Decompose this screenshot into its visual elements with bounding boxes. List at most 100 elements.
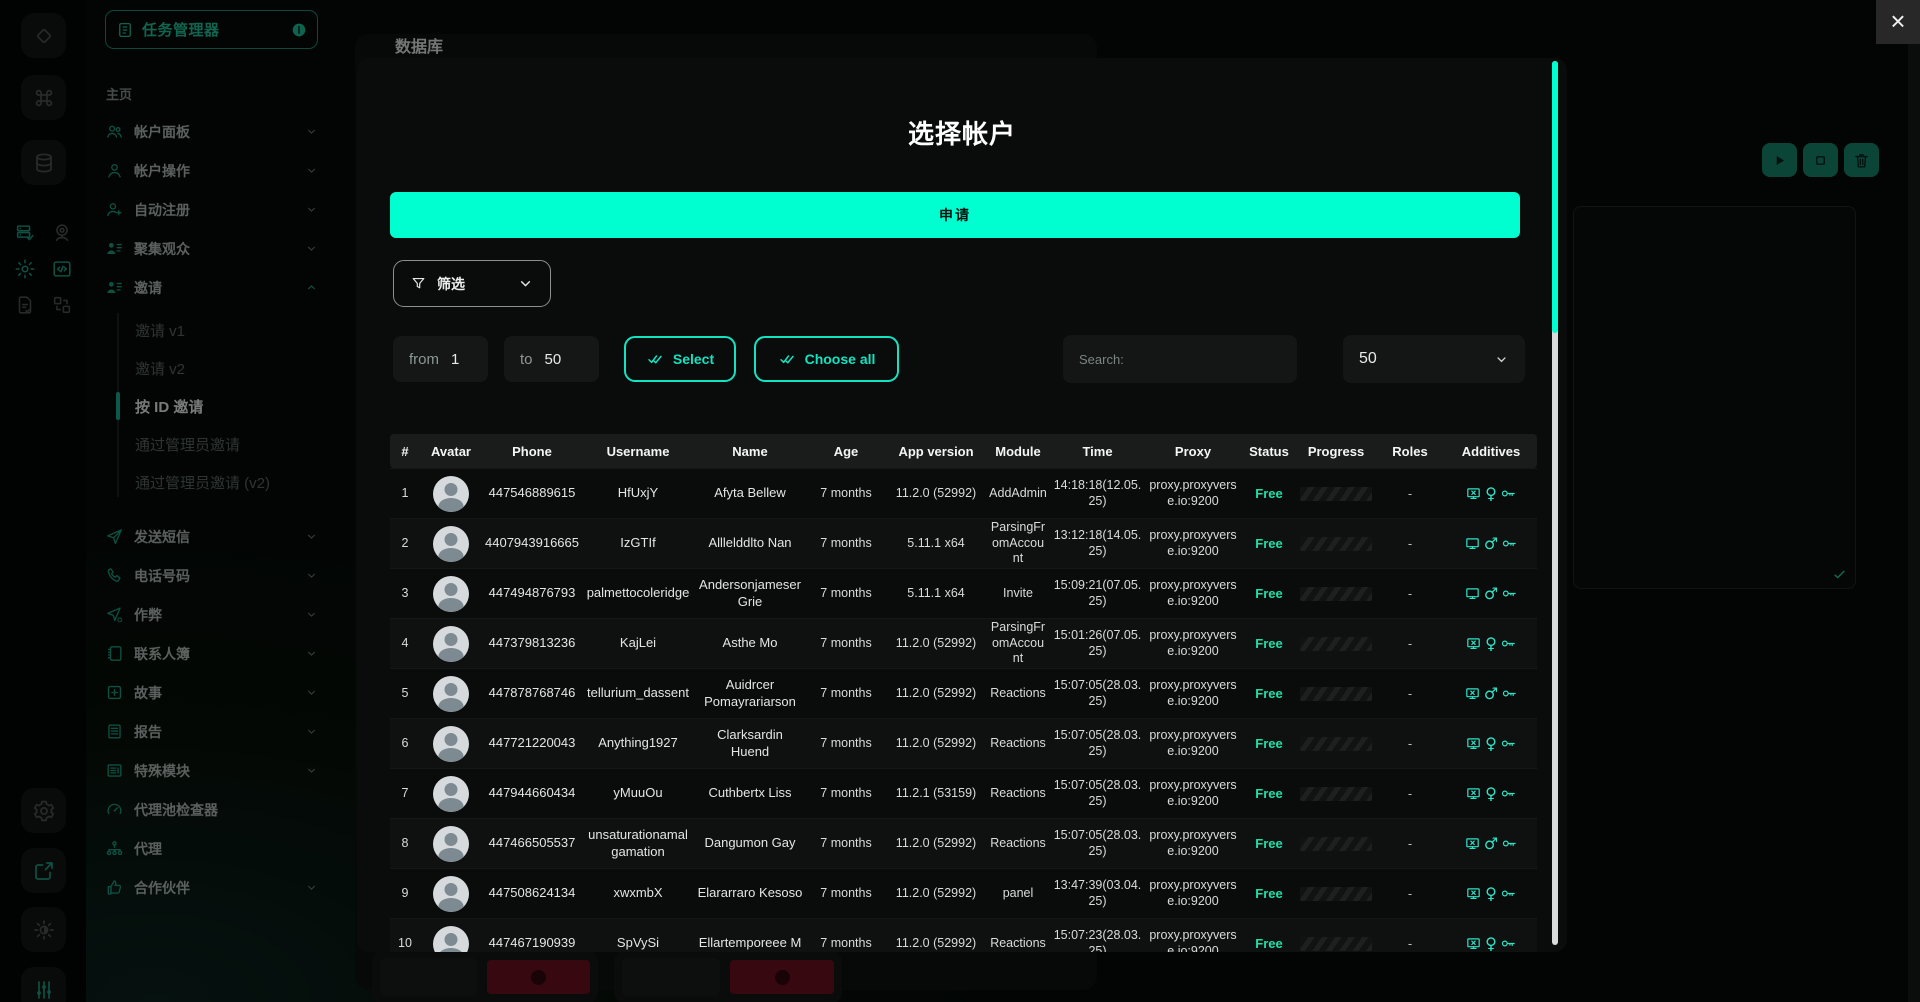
to-value: 50 bbox=[544, 350, 562, 368]
progress-bar bbox=[1297, 836, 1375, 851]
table-row[interactable]: 10 447467190939 SpVySi Ellartemporeee M 7 mo… bbox=[390, 918, 1537, 952]
progress-stripes bbox=[1300, 686, 1372, 701]
additives-cell: ♀ bbox=[1445, 735, 1537, 752]
progress-stripes bbox=[1300, 836, 1372, 851]
phone-cell: 4407943916665 bbox=[485, 535, 579, 551]
progress-bar bbox=[1297, 936, 1375, 951]
app-version-cell: 11.2.1 (53159) bbox=[895, 785, 977, 800]
additives-cell: ♂ bbox=[1445, 685, 1537, 702]
row-number: 6 bbox=[401, 735, 409, 750]
choose-all-button[interactable]: Choose all bbox=[754, 336, 899, 382]
table-row[interactable]: 9 447508624134 xwxmbX Elararraro Kesoso 7 mo… bbox=[390, 868, 1537, 918]
app-version-cell: 11.2.0 (52992) bbox=[895, 885, 977, 900]
status-badge: Free bbox=[1255, 686, 1283, 701]
table-row[interactable]: 1 447546889615 HfUxjY Afyta Bellew 7 months 1… bbox=[390, 468, 1537, 518]
modal-title: 选择帐户 bbox=[907, 119, 1016, 149]
double-check-icon bbox=[779, 355, 794, 364]
module-cell: Reactions bbox=[990, 685, 1046, 700]
avatar bbox=[433, 475, 469, 512]
progress-stripes bbox=[1300, 586, 1372, 601]
name-cell: Cuthbertx Liss bbox=[708, 785, 792, 801]
name-cell: Alllelddlto Nan bbox=[708, 535, 792, 551]
avatar bbox=[433, 925, 469, 952]
avatar bbox=[433, 675, 469, 712]
status-badge: Free bbox=[1255, 586, 1283, 601]
table-row[interactable]: 5 447878768746 tellurium_dassent Auidrcer P… bbox=[390, 668, 1537, 718]
monitor-icon bbox=[1464, 535, 1481, 552]
from-input[interactable]: from 1 bbox=[393, 336, 488, 382]
table-row[interactable]: 8 447466505537 unsaturationamalgamation Dan… bbox=[390, 818, 1537, 868]
row-number: 7 bbox=[401, 785, 409, 800]
column-header: Time bbox=[1082, 443, 1113, 459]
roles-cell: - bbox=[1407, 486, 1413, 501]
table-row[interactable]: 2 4407943916665 IzGTIf Alllelddlto Nan 7 mon… bbox=[390, 518, 1537, 568]
select-account-modal: 选择帐户 申请 筛选 from 1 to 50 Select Choose al… bbox=[357, 58, 1567, 952]
column-header: Name bbox=[732, 443, 768, 459]
username-cell: Anything1927 bbox=[598, 735, 678, 751]
name-cell: Auidrcer Pomayrariarson bbox=[704, 677, 796, 709]
progress-stripes bbox=[1300, 936, 1372, 951]
module-cell: ParsingFromAccount bbox=[990, 620, 1046, 666]
status-badge: Free bbox=[1255, 536, 1283, 551]
column-header: Avatar bbox=[431, 443, 471, 459]
phone-cell: 447466505537 bbox=[488, 835, 576, 851]
app-screen: 任务管理器 主页 帐户面板帐户操作自动注册聚集观众邀请邀请 v1邀请 v2按 I… bbox=[0, 0, 1920, 1002]
filter-dropdown[interactable]: 筛选 bbox=[393, 260, 551, 307]
roles-cell: - bbox=[1407, 636, 1413, 651]
key-icon bbox=[1501, 685, 1518, 702]
row-number: 3 bbox=[401, 585, 409, 600]
table-row[interactable]: 7 447944660434 yMuuOu Cuthbertx Liss 7 month… bbox=[390, 768, 1537, 818]
table-row[interactable]: 4 447379813236 KajLei Asthe Mo 7 months 11.2.… bbox=[390, 618, 1537, 668]
app-version-cell: 11.2.0 (52992) bbox=[895, 485, 977, 500]
time-cell: 15:07:05(28.03.25) bbox=[1053, 677, 1142, 708]
row-number: 5 bbox=[401, 685, 409, 700]
select-button-label: Select bbox=[672, 351, 715, 367]
row-number: 2 bbox=[401, 535, 409, 550]
proxy-cell: proxy.proxyverse.io:9200 bbox=[1149, 527, 1237, 558]
progress-stripes bbox=[1300, 536, 1372, 551]
table-row[interactable]: 6 447721220043 Anything1927 Clarksardin Hue… bbox=[390, 718, 1537, 768]
filter-label: 筛选 bbox=[437, 275, 465, 292]
app-version-cell: 11.2.0 (52992) bbox=[895, 735, 977, 750]
column-header: Proxy bbox=[1174, 443, 1212, 459]
status-badge: Free bbox=[1255, 886, 1283, 901]
proxy-cell: proxy.proxyverse.io:9200 bbox=[1149, 777, 1237, 808]
monitor-x-icon bbox=[1465, 935, 1482, 952]
to-input[interactable]: to 50 bbox=[504, 336, 599, 382]
name-cell: Andersonjameser Grie bbox=[699, 577, 801, 609]
female-icon: ♀ bbox=[1485, 733, 1497, 753]
apply-button[interactable]: 申请 bbox=[390, 192, 1520, 238]
progress-bar bbox=[1297, 686, 1375, 701]
table-row[interactable]: 3 447494876793 palmettocoleridge Andersonja… bbox=[390, 568, 1537, 618]
accounts-table: # Avatar Phone Username Name Age App version Mo… bbox=[390, 434, 1537, 952]
age-cell: 7 months bbox=[820, 785, 872, 800]
username-cell: palmettocoleridge bbox=[586, 585, 690, 601]
age-cell: 7 months bbox=[820, 685, 872, 700]
female-icon: ♀ bbox=[1485, 483, 1497, 503]
page-size-select[interactable]: 50 bbox=[1343, 335, 1525, 383]
app-version-cell: 5.11.1 x64 bbox=[907, 535, 965, 550]
search-input[interactable] bbox=[1063, 335, 1297, 383]
status-badge: Free bbox=[1255, 936, 1283, 951]
monitor-x-icon bbox=[1465, 735, 1482, 752]
column-header: Username bbox=[606, 443, 670, 459]
additives-cell: ♀ bbox=[1445, 785, 1537, 802]
monitor-x-icon bbox=[1465, 785, 1482, 802]
module-cell: AddAdmin bbox=[989, 485, 1047, 500]
close-icon[interactable]: × bbox=[1876, 0, 1920, 44]
select-button[interactable]: Select bbox=[624, 336, 736, 382]
name-cell: Asthe Mo bbox=[722, 635, 778, 651]
username-cell: unsaturationamalgamation bbox=[588, 827, 688, 859]
female-icon: ♀ bbox=[1485, 883, 1497, 903]
additives-cell: ♂ bbox=[1445, 585, 1537, 602]
name-cell: Ellartemporeee M bbox=[698, 935, 802, 951]
proxy-cell: proxy.proxyverse.io:9200 bbox=[1149, 577, 1237, 608]
progress-bar bbox=[1297, 486, 1375, 501]
roles-cell: - bbox=[1407, 536, 1413, 551]
key-icon bbox=[1500, 935, 1517, 952]
proxy-cell: proxy.proxyverse.io:9200 bbox=[1149, 877, 1237, 908]
age-cell: 7 months bbox=[820, 885, 872, 900]
modal-scrollbar-thumb[interactable] bbox=[1552, 61, 1558, 333]
table-header: # Avatar Phone Username Name Age App version Mo… bbox=[390, 434, 1537, 468]
proxy-cell: proxy.proxyverse.io:9200 bbox=[1149, 727, 1237, 758]
